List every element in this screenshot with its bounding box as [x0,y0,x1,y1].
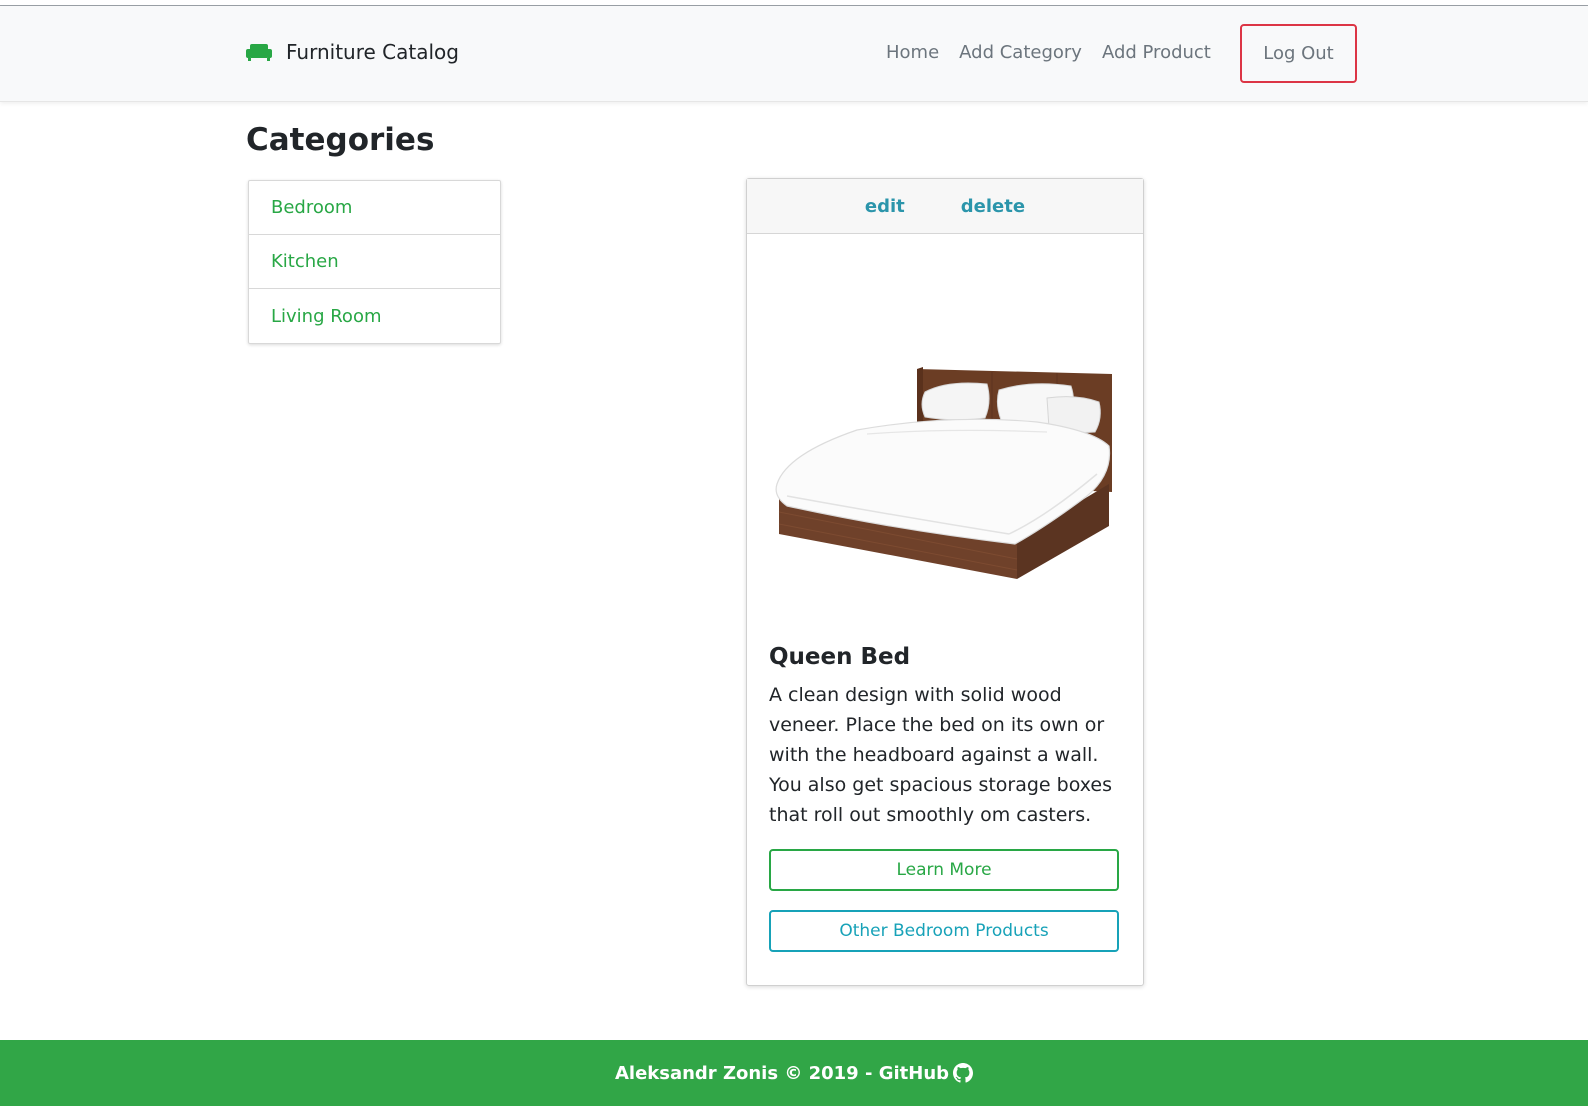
nav-add-category[interactable]: Add Category [959,42,1082,63]
category-list: Bedroom Kitchen Living Room [248,180,501,344]
product-description: A clean design with solid wood veneer. P… [769,684,1113,826]
category-item-bedroom[interactable]: Bedroom [249,181,500,235]
category-item-kitchen[interactable]: Kitchen [249,235,500,289]
learn-more-button[interactable]: Learn More [769,849,1119,891]
couch-icon [246,44,272,61]
logout-button[interactable]: Log Out [1240,24,1357,83]
other-products-button[interactable]: Other Bedroom Products [769,910,1119,952]
category-item-living-room[interactable]: Living Room [249,289,500,343]
page-title: Categories [246,122,435,158]
brand-title: Furniture Catalog [286,40,459,64]
nav-links: Home Add Category Add Product [886,42,1231,63]
card-body: Queen Bed A clean design with solid wood… [747,644,1143,952]
product-title: Queen Bed [769,644,911,670]
edit-link[interactable]: edit [865,196,905,217]
nav-home[interactable]: Home [886,42,939,63]
footer: Aleksandr Zonis © 2019 - GitHub [0,1040,1588,1106]
github-icon[interactable] [953,1063,974,1083]
product-card: edit delete Queen Bed A clean design wit… [746,178,1144,986]
brand[interactable]: Furniture Catalog [246,40,459,64]
footer-text[interactable]: Aleksandr Zonis © 2019 - GitHub [615,1063,949,1084]
bed-image [747,234,1143,626]
nav-add-product[interactable]: Add Product [1102,42,1211,63]
delete-link[interactable]: delete [961,196,1025,217]
navbar: Furniture Catalog Home Add Category Add … [0,6,1588,102]
card-header: edit delete [747,179,1143,234]
